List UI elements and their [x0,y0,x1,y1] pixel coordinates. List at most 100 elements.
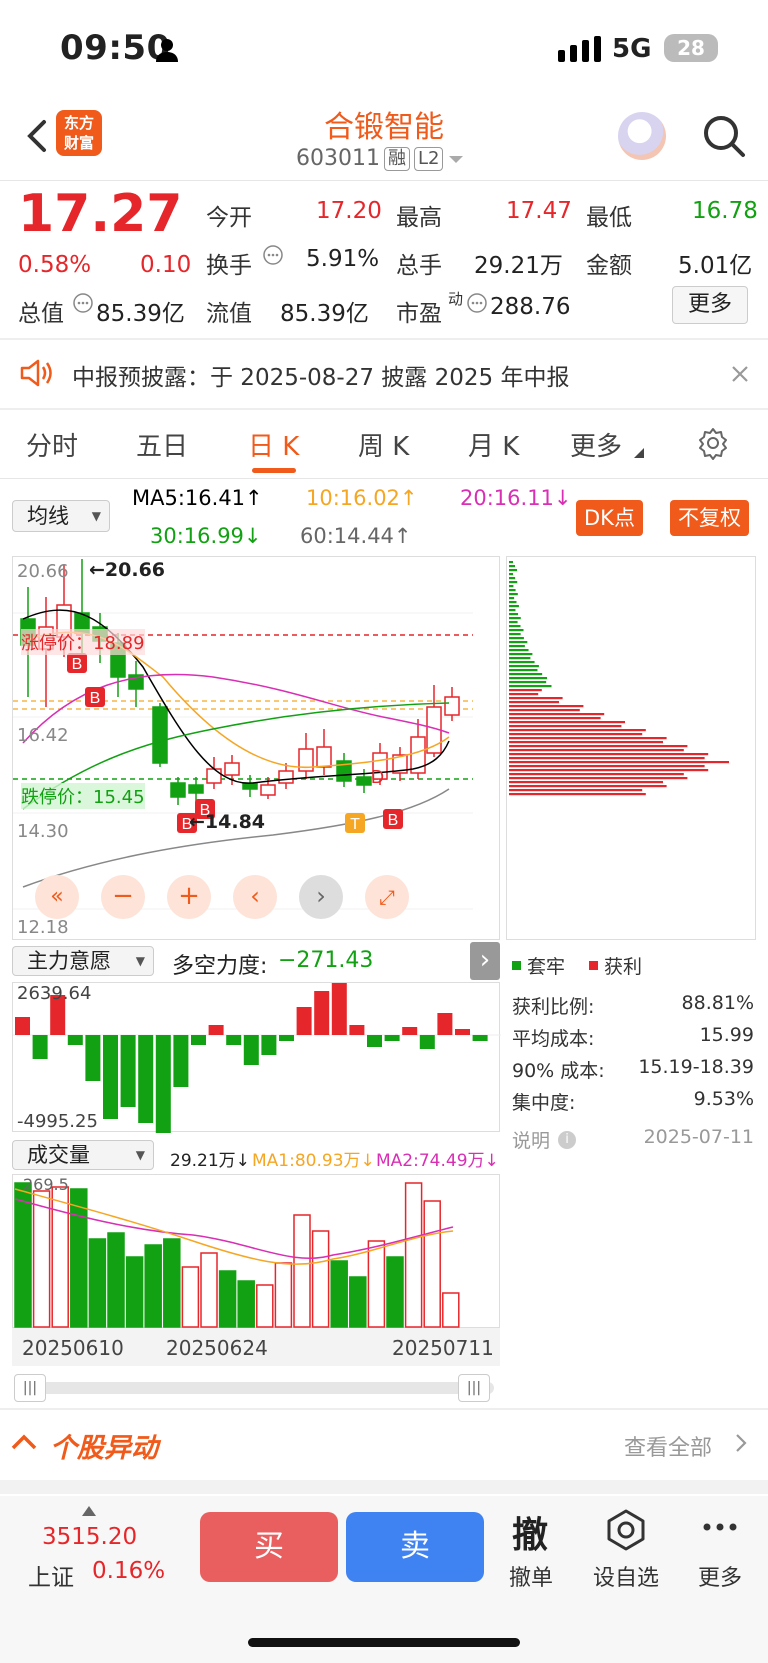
adjust-button[interactable]: 不复权 [670,500,749,536]
chip-bar [509,677,548,680]
close-icon[interactable] [730,364,750,384]
volume-bar [330,1260,348,1328]
pe-label: 市盈 [396,301,442,327]
cancel-order-icon[interactable]: 撤 [512,1506,548,1558]
chevron-right-icon [736,1434,747,1452]
chip-bar [509,733,643,736]
volume-bar [218,1270,237,1328]
chip-bar [509,585,514,588]
signal-icon [558,36,601,62]
change-percent: 0.58% [18,252,92,278]
chip-bar [509,769,709,772]
main-force-bar [261,1035,277,1055]
info-circle-icon: i [558,1130,577,1149]
info-icon[interactable] [466,292,488,314]
current-price: 17.27 [18,184,183,244]
range-slider-left-handle[interactable]: ||| [14,1374,46,1402]
zoom-in-button[interactable]: + [167,875,211,919]
market-cap-value: 85.39亿 [96,301,185,327]
view-all-link[interactable]: 查看全部 [624,1430,712,1462]
volume-top-label: 269.5 [23,1175,69,1194]
sell-button[interactable]: 卖 [346,1512,484,1582]
main-force-bar [120,1035,136,1107]
triangle-up-icon [82,1506,96,1516]
main-force-bar [279,1035,294,1041]
main-force-bar [472,1035,488,1041]
info-icon[interactable] [262,244,284,266]
candle [278,770,294,784]
concentration-value: 9.53% [693,1088,754,1110]
candle [316,746,332,768]
settings-gear-icon[interactable] [696,426,730,460]
chip-bar [509,761,729,764]
chip-bar [509,601,517,604]
turnover-label: 换手 [206,253,252,279]
chip-bar [509,697,563,700]
axis-low-label: 14.30 [17,821,69,842]
fullscreen-button[interactable]: ⤢ [365,875,409,919]
amount-value: 5.01亿 [678,253,753,279]
chip-bar [509,649,529,652]
tab-week-k[interactable]: 周 K [358,426,409,463]
range-slider-track[interactable] [16,1382,494,1394]
scroll-right-button[interactable]: › [299,875,343,919]
volume-bar [349,1276,367,1328]
range-slider-right-handle[interactable]: ||| [458,1374,490,1402]
marker-label: B [72,656,83,673]
main-force-bar [15,1017,30,1035]
info-icon[interactable] [72,292,94,314]
more-label[interactable]: 更多 [680,1560,760,1592]
main-force-bar [455,1029,470,1035]
volume-bar [423,1200,441,1328]
bull-bear-label: 多空力度: [172,954,268,979]
scroll-left-fast-button[interactable]: « [35,875,79,919]
status-time: 09:50 [60,28,171,68]
assistant-avatar[interactable] [618,112,666,160]
kline-chart[interactable]: BBBBTBD 20.66 16.42 14.30 12.18 ←20.66 ←… [12,556,500,940]
buy-button[interactable]: 买 [200,1512,338,1582]
chip-note[interactable]: 说明 i [512,1126,577,1153]
open-value: 17.20 [316,198,382,224]
tab-day-k[interactable]: 日 K [248,426,299,463]
profit-ratio-label: 获利比例: [512,996,595,1018]
volume-select[interactable]: 成交量 ▼ [12,1140,154,1170]
tab-intraday[interactable]: 分时 [26,426,78,463]
chip-bar [509,753,709,756]
main-force-bar [296,1007,312,1035]
expand-panel-button[interactable]: › [470,942,500,980]
search-icon[interactable] [702,114,746,158]
more-dots-icon[interactable] [702,1522,738,1532]
index-name[interactable]: 上证 [28,1558,74,1592]
high-label: 最高 [396,205,442,231]
volume-bar [51,1186,69,1328]
chip-bar [509,693,539,696]
marker-label: T [350,816,360,833]
main-force-bar [67,1035,83,1045]
index-change[interactable]: 0.16% [92,1558,165,1584]
dk-point-button[interactable]: DK点 [576,500,643,536]
volume-bar [404,1182,423,1328]
volume-bar [181,1266,200,1328]
tab-five-day[interactable]: 五日 [136,426,188,463]
cancel-order-label[interactable]: 撤单 [491,1560,571,1592]
chip-bar [509,653,533,656]
zoom-out-button[interactable]: − [101,875,145,919]
index-value[interactable]: 3515.20 [42,1524,137,1550]
more-quote-button[interactable]: 更多 [672,286,748,324]
chip-bar [509,685,552,688]
chip-bar [509,561,514,564]
main-force-bar [138,1035,154,1123]
stock-code-row[interactable]: 603011 融 L2 [296,146,465,171]
ma-select[interactable]: 均线 ▼ [12,500,110,532]
chip-bar [509,633,521,636]
indicator-select[interactable]: 主力意愿 ▼ [12,946,154,976]
add-watchlist-label[interactable]: 设自选 [586,1560,666,1592]
main-force-top: 2639.64 [17,983,92,1004]
tab-more[interactable]: 更多 [570,426,622,463]
scroll-left-button[interactable]: ‹ [233,875,277,919]
add-watchlist-icon[interactable] [604,1508,648,1552]
level2-tag: L2 [413,146,444,171]
notice-text[interactable]: 中报预披露：于 2025-08-27 披露 2025 年中报 [72,358,569,392]
chevron-up-icon [11,1434,37,1450]
tab-month-k[interactable]: 月 K [468,426,519,463]
